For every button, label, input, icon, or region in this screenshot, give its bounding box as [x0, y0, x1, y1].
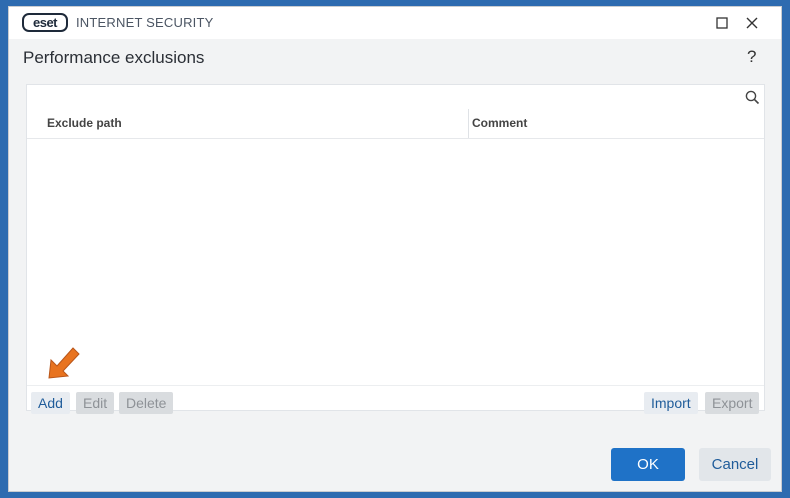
- table-body: [27, 139, 764, 384]
- import-button[interactable]: Import: [644, 392, 698, 414]
- title-bar: eset INTERNET SECURITY: [9, 7, 781, 39]
- page-title: Performance exclusions: [23, 48, 205, 67]
- table-actions-bar: Add Edit Delete Import Export: [27, 385, 764, 414]
- close-button[interactable]: [740, 11, 764, 35]
- cancel-button[interactable]: Cancel: [699, 448, 771, 481]
- app-title: INTERNET SECURITY: [76, 15, 214, 30]
- delete-button[interactable]: Delete: [119, 392, 174, 414]
- dialog-window: eset INTERNET SECURITY Performance exclu…: [8, 6, 782, 492]
- maximize-button[interactable]: [710, 11, 734, 35]
- help-icon[interactable]: ?: [747, 47, 756, 67]
- column-divider[interactable]: [468, 109, 469, 138]
- logo-text: eset: [32, 15, 58, 30]
- ok-button[interactable]: OK: [611, 448, 685, 481]
- search-button[interactable]: [740, 85, 764, 109]
- search-bar: [27, 85, 764, 110]
- column-header-exclude-path[interactable]: Exclude path: [47, 109, 467, 138]
- maximize-icon: [716, 17, 728, 29]
- search-input[interactable]: [27, 85, 739, 108]
- search-icon: [745, 90, 759, 104]
- export-button[interactable]: Export: [705, 392, 760, 414]
- edit-button[interactable]: Edit: [76, 392, 115, 414]
- exclusions-panel: Exclude path Comment Add Edit Delete Imp…: [26, 84, 765, 414]
- table-header: Exclude path Comment: [27, 109, 764, 139]
- eset-logo: eset: [22, 13, 68, 32]
- annotation-arrow-icon: [48, 347, 80, 379]
- add-button[interactable]: Add: [31, 392, 70, 414]
- close-icon: [746, 17, 758, 29]
- column-header-comment[interactable]: Comment: [472, 109, 527, 138]
